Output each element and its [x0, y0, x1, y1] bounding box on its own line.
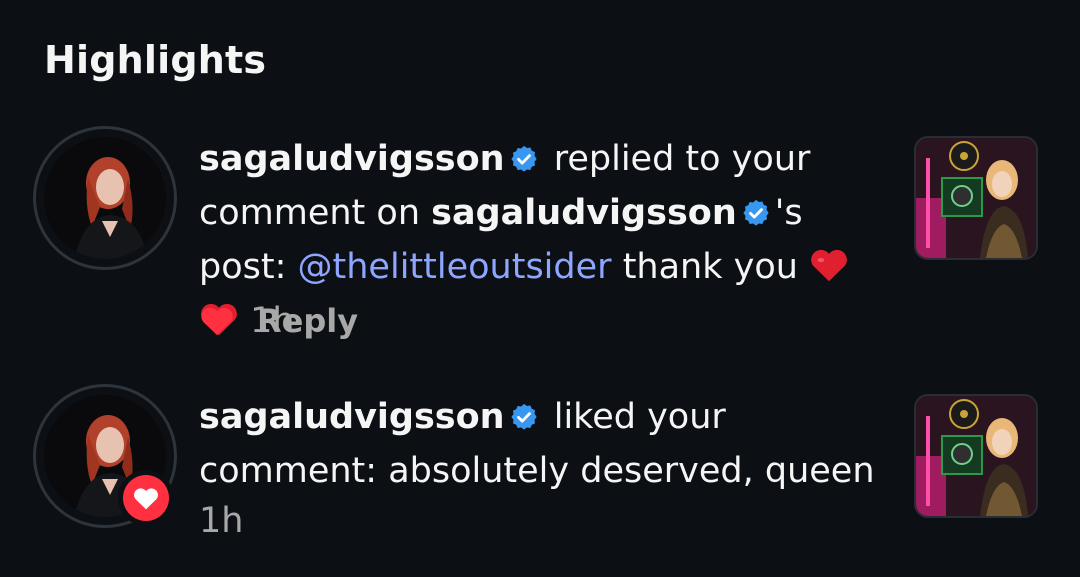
- avatar[interactable]: [44, 137, 166, 259]
- section-title: Highlights: [44, 38, 267, 82]
- post-thumbnail-icon: [916, 396, 1036, 516]
- mention-link[interactable]: @thelittleoutsider: [298, 247, 612, 287]
- red-heart-emoji-icon: [809, 246, 849, 296]
- story-ring[interactable]: [33, 126, 177, 270]
- like-badge: [118, 470, 174, 526]
- profile-photo-icon: [44, 137, 166, 259]
- message-text: thank you: [622, 247, 798, 287]
- target-username[interactable]: sagaludvigsson: [431, 193, 737, 233]
- username[interactable]: sagaludvigsson: [199, 397, 505, 437]
- timestamp: 1h: [199, 501, 244, 541]
- notification-text[interactable]: sagaludvigsson liked your comment: absol…: [199, 392, 889, 546]
- verified-badge-icon: [741, 192, 771, 242]
- heart-icon: [123, 475, 169, 521]
- reply-button[interactable]: Reply: [257, 302, 358, 340]
- like-heart-icon[interactable]: [199, 304, 235, 338]
- notification-like[interactable]: sagaludvigsson liked your comment: absol…: [0, 384, 1080, 544]
- verified-badge-icon: [509, 396, 539, 446]
- username[interactable]: sagaludvigsson: [199, 139, 505, 179]
- comment-actions: Reply: [199, 300, 358, 342]
- verified-badge-icon: [509, 138, 539, 188]
- notification-reply[interactable]: sagaludvigsson replied to your comment o…: [0, 126, 1080, 346]
- post-thumbnail-icon: [916, 138, 1036, 258]
- post-thumbnail[interactable]: [914, 136, 1038, 260]
- post-thumbnail[interactable]: [914, 394, 1038, 518]
